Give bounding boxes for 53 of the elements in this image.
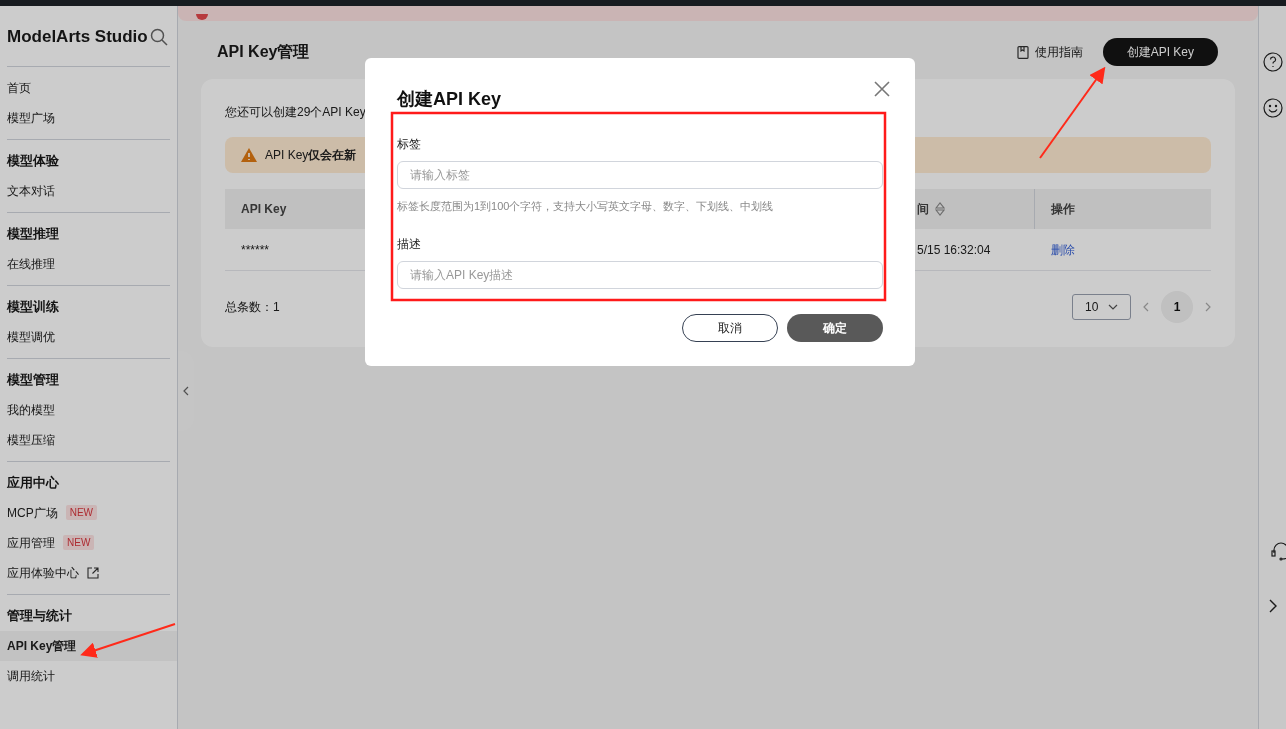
sidebar-item[interactable]: 首页 — [0, 72, 177, 103]
section-heading: 应用中心 — [7, 473, 60, 492]
search-icon[interactable] — [150, 27, 168, 46]
sidebar-item[interactable]: 应用体验中心 — [0, 557, 177, 588]
page-title: API Key管理 — [217, 42, 310, 62]
section-heading: 模型管理 — [7, 370, 60, 389]
sidebar-item[interactable]: 模型压缩 — [0, 424, 177, 455]
app-title: ModelArts Studio — [7, 26, 148, 48]
sidebar-item[interactable]: 在线推理 — [0, 248, 177, 279]
chevron-down-icon — [1108, 304, 1118, 310]
section-heading: 模型训练 — [7, 297, 60, 316]
sidebar-item[interactable]: 我的模型 — [0, 394, 177, 425]
chevron-left-icon — [183, 386, 189, 396]
sidebar-item[interactable]: 模型广场 — [0, 102, 177, 133]
total-count: 总条数：1 — [225, 299, 280, 316]
create-api-key-button[interactable]: 创建API Key — [1102, 38, 1218, 66]
close-icon[interactable] — [873, 80, 891, 98]
field-label: 描述 — [397, 235, 422, 253]
error-icon — [196, 14, 208, 21]
page-size-select[interactable]: 10 — [1072, 294, 1131, 320]
confirm-button[interactable]: 确定 — [787, 313, 883, 342]
delete-link[interactable]: 删除 — [1051, 240, 1075, 259]
quota-text: 您还可以创建29个API Key — [225, 104, 367, 121]
column-header: API Key — [241, 201, 287, 218]
sidebar-item[interactable]: MCP广场 NEW — [0, 497, 177, 528]
sidebar-item[interactable]: API Key管理 — [0, 630, 177, 661]
column-header: 操作 — [1051, 201, 1075, 218]
input-field[interactable]: 请输入API Key描述 — [397, 260, 883, 289]
field-hint: 标签长度范围为1到100个字符，支持大小写英文字母、数字、下划线、中划线 — [397, 199, 775, 214]
page-number[interactable]: 1 — [1161, 291, 1193, 323]
table-cell-text: 5/15 16:32:04 — [917, 241, 991, 259]
sidebar-item[interactable]: 应用管理 NEW — [0, 527, 177, 558]
column-header: 间 — [917, 201, 929, 218]
new-badge: NEW — [63, 535, 95, 550]
field-label: 标签 — [397, 136, 422, 153]
input-field[interactable]: 请输入标签 — [397, 161, 883, 189]
warning-icon — [241, 148, 257, 162]
guide-link[interactable]: 使用指南 — [1016, 43, 1083, 61]
section-heading: 模型推理 — [7, 224, 60, 243]
sidebar-item[interactable]: 模型调优 — [0, 321, 177, 352]
warning-text: API Key仅会在新 — [265, 147, 357, 164]
help-icon[interactable] — [1262, 52, 1283, 72]
new-badge: NEW — [65, 505, 97, 520]
sort-icon[interactable] — [935, 202, 945, 216]
section-heading: 模型体验 — [7, 151, 60, 170]
sidebar-item[interactable]: 文本对话 — [0, 175, 177, 206]
smiley-icon[interactable] — [1262, 98, 1283, 118]
chevron-right-icon[interactable] — [1268, 599, 1277, 613]
dialog-title: 创建API Key — [397, 88, 503, 111]
section-heading: 管理与统计 — [7, 606, 73, 625]
headset-icon[interactable] — [1270, 541, 1286, 561]
book-icon — [1016, 45, 1029, 59]
table-cell-text: ****** — [241, 241, 270, 259]
